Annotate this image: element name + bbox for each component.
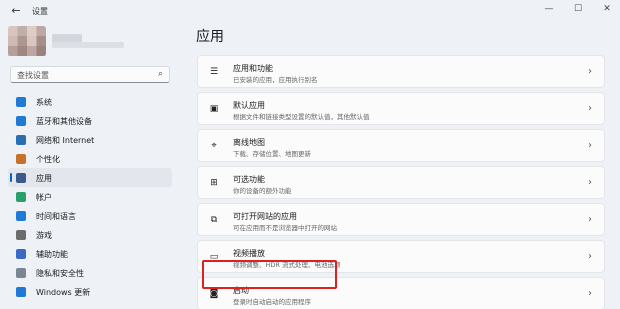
- windows-update-icon: [16, 287, 26, 297]
- gaming-icon: [16, 230, 26, 240]
- settings-card-video-playback[interactable]: ▭ 视频播放视频调整、HDR 流式处理、电池选项 ›: [197, 240, 605, 273]
- startup-icon: ◙: [209, 289, 219, 299]
- card-description: 下载、存储位置、地图更新: [233, 150, 311, 158]
- minimize-button[interactable]: —: [539, 2, 559, 16]
- sidebar-item-label: 时间和语言: [36, 212, 76, 221]
- bluetooth-icon: [16, 116, 26, 126]
- optional-features-icon: ⊞: [210, 178, 218, 188]
- maximize-icon: ☐: [573, 4, 583, 14]
- card-description: 视频调整、HDR 流式处理、电池选项: [233, 261, 341, 269]
- user-email-blurred: [52, 42, 124, 48]
- video-playback-icon: ▭: [209, 252, 219, 262]
- settings-card-list: ☰ 应用和功能已安装的应用，应用执行别名 › ▣ 默认应用根据文件和链接类型设置的默认值…: [197, 55, 605, 309]
- apps-features-icon: ☰: [209, 67, 219, 77]
- title-bar: ← 设置 — ☐ ✕: [0, 0, 620, 22]
- sidebar-nav: 系统蓝牙和其他设备 网络和 Internet 个性化应用帐户时间和语言游戏辅助功能隐…: [8, 92, 172, 301]
- offline-maps-icon: ⌖: [211, 141, 217, 151]
- sidebar-item-network[interactable]: 网络和 Internet: [8, 130, 172, 149]
- search-icon[interactable]: ⌕: [158, 69, 163, 80]
- minimize-icon: —: [544, 4, 554, 14]
- chevron-right-icon: ›: [588, 214, 592, 225]
- chevron-right-icon: ›: [588, 140, 592, 151]
- card-title: 可打开网站的应用: [233, 212, 297, 221]
- sidebar-item-label: 应用: [36, 174, 52, 183]
- chevron-right-icon: ›: [588, 251, 592, 262]
- card-title: 可选功能: [233, 175, 265, 184]
- chevron-right-icon: ›: [588, 103, 592, 114]
- sidebar-item-apps[interactable]: 应用: [8, 168, 172, 187]
- sidebar-item-personalization[interactable]: 个性化: [8, 149, 172, 168]
- page-title: 应用: [196, 29, 224, 45]
- time-language-icon: [16, 211, 26, 221]
- sidebar-item-accessibility[interactable]: 辅助功能: [8, 244, 172, 263]
- card-title: 视频播放: [233, 249, 265, 258]
- close-button[interactable]: ✕: [597, 2, 617, 16]
- apps-for-websites-icon: ⧉: [210, 215, 218, 225]
- sidebar-item-windows-update[interactable]: Windows 更新: [8, 282, 172, 301]
- maximize-button[interactable]: ☐: [568, 2, 588, 16]
- close-icon: ✕: [603, 4, 611, 14]
- card-description: 可在应用而不是浏览器中打开的网站: [233, 224, 337, 232]
- back-button[interactable]: ←: [9, 4, 23, 18]
- sidebar-item-gaming[interactable]: 游戏: [8, 225, 172, 244]
- card-title: 启动: [233, 286, 249, 295]
- sidebar-item-time-language[interactable]: 时间和语言: [8, 206, 172, 225]
- card-description: 已安装的应用，应用执行别名: [233, 76, 318, 84]
- card-description: 根据文件和链接类型设置的默认值，其他默认值: [233, 113, 370, 121]
- sidebar-item-label: 系统: [36, 98, 52, 107]
- network-icon: [16, 135, 26, 145]
- settings-card-default-apps[interactable]: ▣ 默认应用根据文件和链接类型设置的默认值，其他默认值 ›: [197, 92, 605, 125]
- settings-card-apps-features[interactable]: ☰ 应用和功能已安装的应用，应用执行别名 ›: [197, 55, 605, 88]
- sidebar-item-system[interactable]: 系统: [8, 92, 172, 111]
- privacy-icon: [16, 268, 26, 278]
- sidebar-item-bluetooth[interactable]: 蓝牙和其他设备: [8, 111, 172, 130]
- sidebar-item-privacy[interactable]: 隐私和安全性: [8, 263, 172, 282]
- accessibility-icon: [16, 249, 26, 259]
- system-icon: [16, 97, 26, 107]
- sidebar-item-label: 蓝牙和其他设备: [36, 117, 92, 126]
- window-title: 设置: [32, 7, 48, 16]
- settings-card-startup[interactable]: ◙ 启动登录时自动启动的应用程序 ›: [197, 277, 605, 309]
- sidebar-item-label: 网络和 Internet: [36, 136, 95, 145]
- sidebar-item-label: 游戏: [36, 231, 52, 240]
- back-arrow-icon: ←: [11, 4, 21, 17]
- card-description: 你的设备的额外功能: [233, 187, 292, 195]
- card-title: 离线地图: [233, 138, 265, 147]
- avatar[interactable]: [8, 26, 46, 56]
- search-input[interactable]: [17, 70, 147, 80]
- sidebar-item-label: 个性化: [36, 155, 60, 164]
- sidebar-item-label: 帐户: [36, 193, 52, 202]
- card-title: 应用和功能: [233, 64, 273, 73]
- search-box[interactable]: ⌕: [10, 66, 170, 83]
- sidebar-item-label: Windows 更新: [36, 288, 91, 297]
- personalization-icon: [16, 154, 26, 164]
- card-title: 默认应用: [233, 101, 265, 110]
- sidebar-item-label: 隐私和安全性: [36, 269, 84, 278]
- chevron-right-icon: ›: [588, 66, 592, 77]
- chevron-right-icon: ›: [588, 288, 592, 299]
- settings-card-apps-for-websites[interactable]: ⧉ 可打开网站的应用可在应用而不是浏览器中打开的网站 ›: [197, 203, 605, 236]
- apps-icon: [16, 173, 26, 183]
- default-apps-icon: ▣: [209, 104, 219, 114]
- card-description: 登录时自动启动的应用程序: [233, 298, 311, 306]
- chevron-right-icon: ›: [588, 177, 592, 188]
- sidebar-item-label: 辅助功能: [36, 250, 68, 259]
- settings-card-optional-features[interactable]: ⊞ 可选功能你的设备的额外功能 ›: [197, 166, 605, 199]
- settings-card-offline-maps[interactable]: ⌖ 离线地图下载、存储位置、地图更新 ›: [197, 129, 605, 162]
- account-icon: [16, 192, 26, 202]
- sidebar-item-account[interactable]: 帐户: [8, 187, 172, 206]
